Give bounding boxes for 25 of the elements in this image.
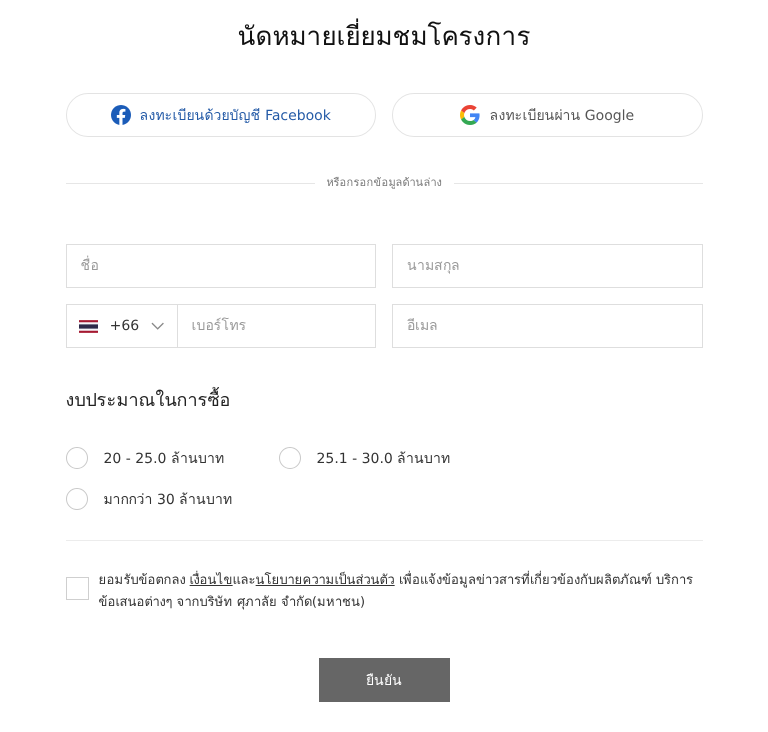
chevron-down-icon [151,322,164,330]
option-label[interactable]: 25.1 - 30.0 ล้านบาท [316,447,450,469]
radio-button[interactable] [278,447,300,469]
google-signup-button[interactable]: ลงทะเบียนผ่าน Google [392,93,702,137]
country-code-selector[interactable]: +66 [66,304,178,348]
phone-input[interactable]: เบอร์โทร [178,304,376,348]
text-link[interactable]: นโยบายความเป็นส่วนตัว [256,573,395,588]
page-title: นัดหมายเยี่ยมชมโครงการ [66,17,702,57]
divider-text: หรือกรอกข้อมูลด้านล่าง [326,175,442,191]
consent-text: ยอมรับข้อตกลง เงื่อนไขและนโยบายความเป็นส่วนตัว เพื่อแจ้งข้อมูลข่าวสารที่เกี่ยวข้องกับผลิตภัณฑ์ บริการ ข้อเสนอต่างๆ จากบริษัท ศุภาลัย จำกัด(มหาชน) [98,570,702,614]
option-label[interactable]: มากกว่า 30 ล้านบาท [104,488,232,510]
google-icon [460,105,480,125]
text-input[interactable]: นามสกุล [392,244,702,288]
option-label[interactable]: 20 - 25.0 ล้านบาท [104,447,224,469]
text-input[interactable]: อีเมล [392,304,702,348]
facebook-signup-button[interactable]: ลงทะเบียนด้วยบัญชี Facebook [66,93,376,137]
text-link[interactable]: เงื่อนไข [190,573,233,588]
budget-heading: งบประมาณในการซื้อ [66,388,702,414]
submit-button[interactable]: ยืนยัน [318,658,450,702]
text-input[interactable]: ชื่อ [66,244,376,288]
flag-icon [78,320,98,332]
radio-button[interactable] [66,447,88,469]
consent-checkbox[interactable] [66,577,88,600]
radio-button[interactable] [66,488,88,510]
facebook-icon [110,105,131,125]
